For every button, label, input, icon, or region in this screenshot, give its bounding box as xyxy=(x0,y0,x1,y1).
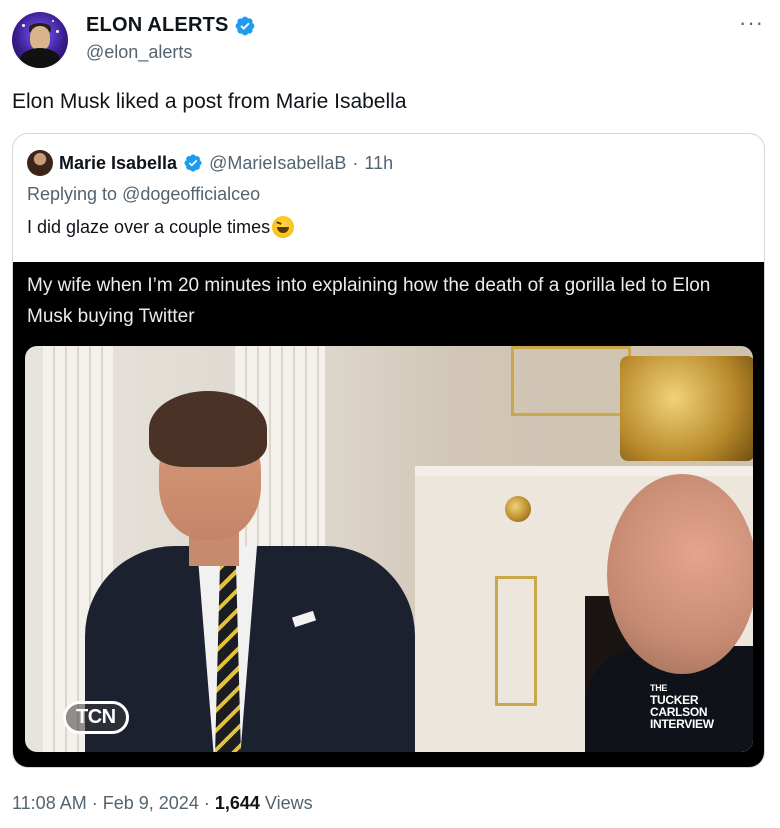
logo-line: INTERVIEW xyxy=(650,717,714,731)
host-hair xyxy=(149,391,267,467)
quoted-media[interactable]: My wife when I’m 20 minutes into explain… xyxy=(13,262,764,767)
quoted-time[interactable]: 11h xyxy=(364,153,393,174)
avatar-face xyxy=(30,26,50,50)
views-count[interactable]: 1,644 xyxy=(215,793,260,813)
tweet-header: ELON ALERTS @elon_alerts ··· xyxy=(12,10,768,70)
gold-ornament xyxy=(505,496,531,522)
replying-to: Replying to @dogeofficialceo xyxy=(27,184,260,205)
replying-prefix: Replying to xyxy=(27,184,118,204)
more-options-icon[interactable]: ··· xyxy=(739,12,764,34)
grinning-squinting-face-icon xyxy=(272,216,295,238)
gold-clock xyxy=(620,356,753,461)
tweet-date[interactable]: Feb 9, 2024 xyxy=(103,793,199,813)
avatar-shoulders xyxy=(20,48,60,68)
author-name-row[interactable]: ELON ALERTS xyxy=(86,14,256,37)
author-handle[interactable]: @elon_alerts xyxy=(86,42,192,63)
quoted-avatar[interactable] xyxy=(27,150,53,176)
tweet-meta: 11:08 AM · Feb 9, 2024 · 1,644 Views xyxy=(12,793,313,814)
quoted-handle[interactable]: @MarieIsabellaB xyxy=(209,153,346,174)
avatar-star xyxy=(52,20,54,22)
fireplace-panel xyxy=(495,576,537,706)
wall-frame xyxy=(511,346,631,416)
avatar-star xyxy=(22,24,25,27)
media-caption: My wife when I’m 20 minutes into explain… xyxy=(27,275,711,327)
quoted-separator: · xyxy=(352,152,359,173)
replying-to-handle[interactable]: @dogeofficialceo xyxy=(122,184,260,204)
tucker-carlson-interview-logo: THE TUCKER CARLSON INTERVIEW xyxy=(650,682,714,730)
views-label[interactable]: Views xyxy=(265,793,313,813)
quoted-display-name[interactable]: Marie Isabella xyxy=(59,153,177,174)
verified-badge-icon[interactable] xyxy=(234,15,256,37)
tweet-text: Elon Musk liked a post from Marie Isabel… xyxy=(12,90,407,113)
meta-separator: · xyxy=(203,793,210,813)
tweet-time[interactable]: 11:08 AM xyxy=(12,793,87,813)
tcn-logo: TCN xyxy=(63,701,129,734)
meta-separator: · xyxy=(91,793,98,813)
quoted-text-row: I did glaze over a couple times xyxy=(27,216,295,238)
media-photo[interactable]: TCN THE TUCKER CARLSON INTERVIEW xyxy=(25,346,753,752)
guest-head xyxy=(607,474,753,674)
avatar-star xyxy=(56,30,59,33)
quoted-text: I did glaze over a couple times xyxy=(27,216,271,237)
verified-badge-icon xyxy=(184,154,202,172)
author-display-name[interactable]: ELON ALERTS xyxy=(86,14,229,37)
quoted-header: Marie Isabella @MarieIsabellaB · 11h xyxy=(27,150,393,176)
quoted-tweet[interactable]: Marie Isabella @MarieIsabellaB · 11h Rep… xyxy=(12,133,765,768)
author-avatar[interactable] xyxy=(12,12,68,68)
